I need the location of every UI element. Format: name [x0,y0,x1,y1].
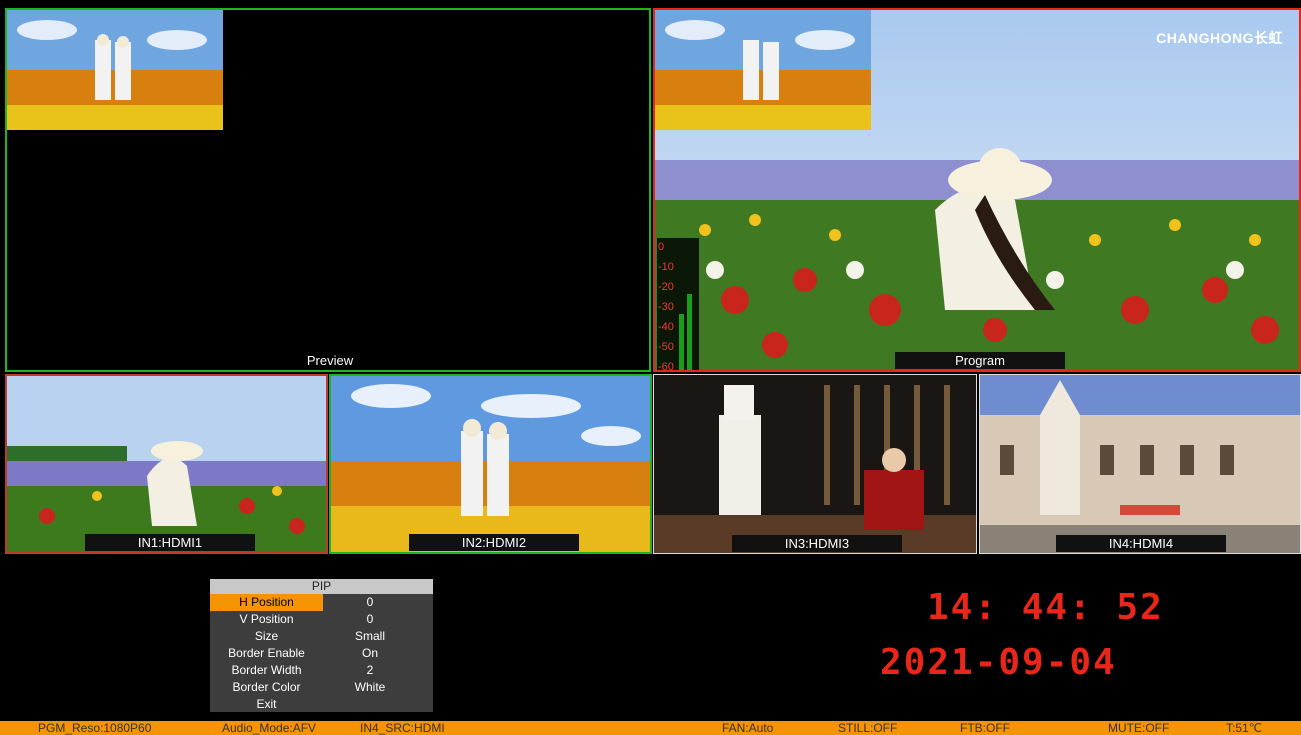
audio-meter-tick: -40 [658,321,674,333]
pip-menu-item[interactable]: Border Color White [210,679,433,696]
audio-meter-tick: -50 [658,341,674,353]
pip-menu-item-name: Border Width [231,663,302,677]
pip-menu-item-name: Size [254,629,279,643]
status-pgm-reso: PGM_Reso:1080P60 [38,721,152,735]
audio-meter-tick: 0 [658,241,665,253]
pip-menu-item-name: Border Enable [228,646,305,660]
pip-menu-item-value: On [361,646,378,660]
audio-meter-tick: -10 [658,261,674,273]
program-window[interactable]: CHANGHONG长虹 0 -10 -20 -30 -40 -50 -60 Program [653,8,1301,372]
status-ftb: FTB:OFF [960,721,1010,735]
in3-scene-image [654,375,976,553]
preview-label: Preview [306,353,354,368]
pip-menu-item-value: Small [354,629,385,643]
audio-meter-tick: -20 [658,281,674,293]
status-still: STILL:OFF [838,721,898,735]
status-mute: MUTE:OFF [1108,721,1170,735]
pip-menu-item-name: Exit [256,697,277,711]
pip-menu-item[interactable]: H Position 0 [210,594,433,611]
in1-scene-image [7,376,326,552]
status-fan: FAN:Auto [722,721,774,735]
program-label: Program [895,352,1065,369]
in4-scene-image [980,375,1300,553]
pip-menu-item-value: 0 [366,595,374,609]
clock-date: 2021-09-04 [880,642,1117,683]
audio-meter-tick: -60 [658,361,674,372]
pip-menu-item[interactable]: Exit [210,696,433,713]
pip-menu-item-name: V Position [239,612,294,626]
in3-label: IN3:HDMI3 [732,535,902,552]
pip-menu[interactable]: PIP H Position 0 V Position 0 Size Small Borde… [210,579,433,712]
pip-menu-item[interactable]: V Position 0 [210,611,433,628]
pip-menu-item-name: Border Color [232,680,301,694]
audio-meter-left-bar [679,313,684,370]
pip-menu-item-value: 0 [366,612,374,626]
in2-scene-image [331,376,650,552]
input-window-in4[interactable]: IN4:HDMI4 [979,374,1301,554]
input-window-in3[interactable]: IN3:HDMI3 [653,374,977,554]
audio-meter-right-bar [687,294,692,370]
audio-meter-tick: -30 [658,301,674,313]
pip-menu-item[interactable]: Size Small [210,628,433,645]
pip-menu-item[interactable]: Border Enable On [210,645,433,662]
audio-level-meter: 0 -10 -20 -30 -40 -50 -60 [657,238,699,372]
pip-menu-item-value: 2 [366,663,374,677]
status-audio-mode: Audio_Mode:AFV [222,721,317,735]
input-window-in1[interactable]: IN1:HDMI1 [5,374,328,554]
changhong-logo: CHANGHONG长虹 [1156,30,1283,46]
pip-thumbnail-image [7,10,223,130]
status-temp: T:51℃ [1226,721,1263,735]
pip-menu-item-name: H Position [210,594,323,611]
status-bar: PGM_Reso:1080P60 Audio_Mode:AFV IN4_SRC:… [0,721,1301,735]
input-window-in2[interactable]: IN2:HDMI2 [329,374,652,554]
in4-label: IN4:HDMI4 [1056,535,1226,552]
in1-label: IN1:HDMI1 [85,534,255,551]
pip-menu-item[interactable]: Border Width 2 [210,662,433,679]
pip-menu-item-value: White [354,680,386,694]
clock-time: 14: 44: 52 [927,587,1164,628]
pip-menu-title: PIP [210,579,433,594]
status-in4-src: IN4_SRC:HDMI [360,721,445,735]
program-pip-image [655,10,871,130]
preview-window[interactable]: Preview [5,8,651,372]
in2-label: IN2:HDMI2 [409,534,579,551]
